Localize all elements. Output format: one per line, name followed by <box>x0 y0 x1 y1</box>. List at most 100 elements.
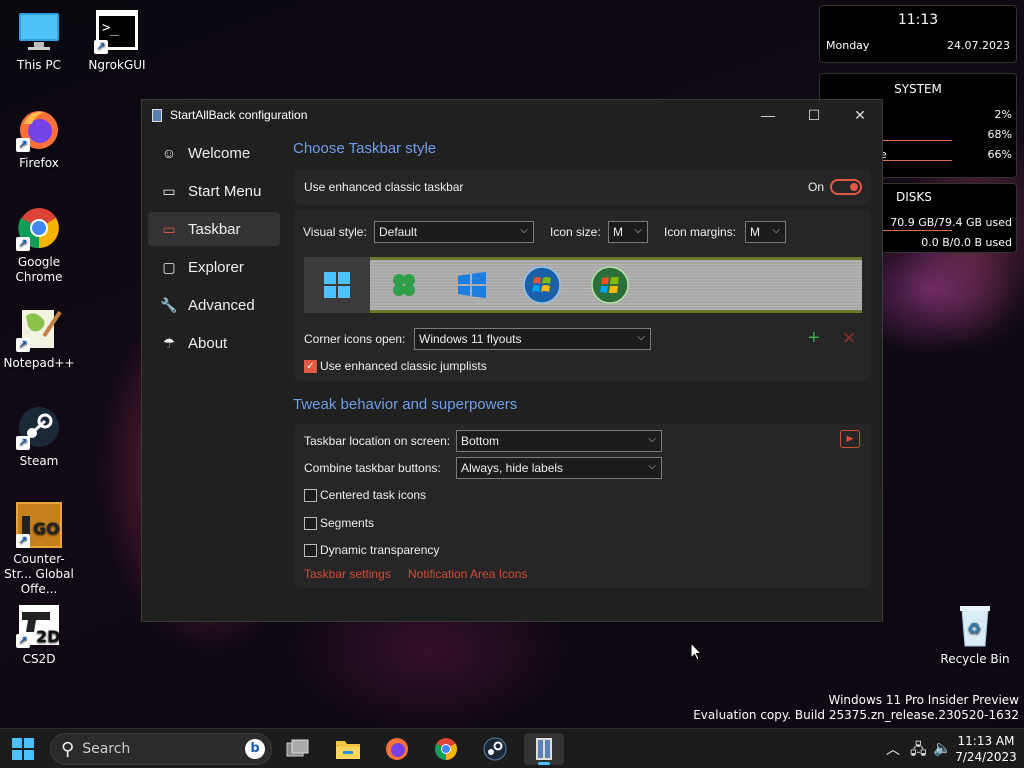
taskbar-style-preview <box>304 257 862 313</box>
usage-bar <box>882 230 952 231</box>
system-row-value: 2% <box>994 108 1012 121</box>
dynamic-transparency-checkbox[interactable] <box>304 544 317 557</box>
icon-size-select[interactable]: M ⌵ <box>608 221 648 243</box>
notification-area-icons-link[interactable]: Notification Area Icons <box>408 567 527 581</box>
app-icon <box>152 108 162 122</box>
desktop-icon-this-pc[interactable]: This PC <box>1 8 77 73</box>
disk-row-value: 70.9 GB/79.4 GB used <box>890 216 1012 229</box>
taskbar-file-explorer[interactable] <box>328 733 368 765</box>
style-option-vista[interactable] <box>588 263 632 307</box>
desktop-icon-steam[interactable]: ↗ Steam <box>1 404 77 469</box>
taskbar-settings-link[interactable]: Taskbar settings <box>304 567 391 581</box>
combine-buttons-label: Combine taskbar buttons: <box>304 461 441 475</box>
windows-7-orb-icon <box>523 266 561 304</box>
desktop-icon-label: Counter-Str... Global Offe... <box>4 552 74 596</box>
search-placeholder: Search <box>82 741 131 757</box>
disks-title: DISKS <box>896 190 932 204</box>
task-view-icon <box>286 739 309 757</box>
nav-item-welcome[interactable]: ☺ Welcome <box>148 136 280 170</box>
search-box[interactable]: ⚲ Search b <box>50 733 272 765</box>
smile-icon: ☺ <box>161 145 177 161</box>
centered-icons-checkbox[interactable] <box>304 489 317 502</box>
style-option-clover[interactable] <box>384 267 424 303</box>
nav-item-start-menu[interactable]: ▭ Start Menu <box>148 174 280 208</box>
corner-icons-value: Windows 11 flyouts <box>419 332 522 346</box>
nav-item-explorer[interactable]: ▢ Explorer <box>148 250 280 284</box>
start-button[interactable] <box>3 733 43 765</box>
desktop-icon-cs2d[interactable]: 2D ↗ CS2D <box>1 602 77 667</box>
volume-icon[interactable]: 🔈 <box>933 739 952 757</box>
watermark-line2: Evaluation copy. Build 25375.zn_release.… <box>693 708 1019 722</box>
close-button[interactable]: ✕ <box>837 100 883 130</box>
nav-item-about[interactable]: ☂ About <box>148 326 280 360</box>
enhanced-taskbar-toggle[interactable] <box>830 179 862 195</box>
icon-margins-select[interactable]: M ⌵ <box>745 221 786 243</box>
taskbar-location-label: Taskbar location on screen: <box>304 434 451 448</box>
jumplists-label: Use enhanced classic jumplists <box>320 359 487 373</box>
remove-icon[interactable]: ✕ <box>842 329 856 349</box>
desktop-icon-notepadpp[interactable]: ↗ Notepad++ <box>1 306 77 371</box>
chevron-up-icon[interactable]: ︿ <box>886 739 900 759</box>
visual-style-value: Default <box>379 225 418 239</box>
taskbar-steam[interactable] <box>475 733 515 765</box>
visual-style-select[interactable]: Default ⌵ <box>374 221 534 243</box>
corner-icons-label: Corner icons open: <box>304 332 406 346</box>
taskbar-firefox[interactable] <box>377 733 417 765</box>
combine-buttons-select[interactable]: Always, hide labels ⌵ <box>456 457 662 479</box>
nav-label: Advanced <box>188 296 255 314</box>
nav-item-advanced[interactable]: 🔧 Advanced <box>148 288 280 322</box>
section-header-tweak: Tweak behavior and superpowers <box>293 396 518 413</box>
taskbar-startallback[interactable] <box>524 733 564 765</box>
nav-label: Welcome <box>188 144 251 162</box>
chevron-down-icon: ⌵ <box>648 461 656 472</box>
mouse-cursor-icon <box>690 642 702 661</box>
bing-icon: b <box>245 739 265 759</box>
chevron-down-icon: ⌵ <box>637 332 645 343</box>
desktop-icon-csgo[interactable]: GO ↗ Counter-Str... Global Offe... <box>1 502 77 597</box>
watermark: Windows 11 Pro Insider Preview Evaluatio… <box>693 693 1019 723</box>
svg-text:2D: 2D <box>36 627 60 646</box>
style-option-windows7[interactable] <box>520 263 564 307</box>
about-icon: ☂ <box>162 334 176 351</box>
task-view-button[interactable] <box>278 733 318 765</box>
system-row: 2% <box>880 108 1012 121</box>
explorer-icon: ▢ <box>162 258 176 275</box>
video-play-icon[interactable]: ▶ <box>840 430 860 448</box>
desktop-icon-chrome[interactable]: ↗ Google Chrome <box>1 205 77 285</box>
nav-label: Explorer <box>188 258 244 276</box>
minimize-button[interactable]: — <box>745 100 791 130</box>
style-option-windows11[interactable] <box>304 257 370 313</box>
desktop-icon-ngrokgui[interactable]: >_ ↗ NgrokGUI <box>79 8 155 73</box>
corner-icons-select[interactable]: Windows 11 flyouts ⌵ <box>414 328 651 350</box>
style-option-windows10[interactable] <box>452 267 492 303</box>
segments-checkbox[interactable] <box>304 517 317 530</box>
jumplists-checkbox[interactable]: ✓ <box>304 360 317 373</box>
taskbar-location-select[interactable]: Bottom ⌵ <box>456 430 662 452</box>
desktop-icon-recycle-bin[interactable]: ♻ Recycle Bin <box>937 602 1013 667</box>
maximize-button[interactable]: ☐ <box>791 100 837 130</box>
icon-size-label: Icon size: <box>550 225 601 239</box>
recycle-bin-icon: ♻ <box>952 602 998 648</box>
desktop-icon-label: Notepad++ <box>3 356 75 370</box>
nav-label: Taskbar <box>188 220 241 238</box>
add-icon[interactable]: + <box>808 327 820 349</box>
icon-size-value: M <box>613 225 623 239</box>
nav-item-taskbar[interactable]: ▭ Taskbar <box>148 212 280 246</box>
behavior-panel: Taskbar location on screen: Bottom ⌵ ▶ Co… <box>294 424 870 588</box>
visual-style-label: Visual style: <box>303 225 367 239</box>
centered-icons-label: Centered task icons <box>320 488 427 502</box>
windows-10-logo-icon <box>458 272 486 298</box>
taskbar-chrome[interactable] <box>426 733 466 765</box>
startallback-icon <box>536 738 552 760</box>
watermark-line1: Windows 11 Pro Insider Preview <box>828 693 1019 707</box>
desktop-icon-firefox[interactable]: ↗ Firefox <box>1 106 77 171</box>
chevron-down-icon: ⌵ <box>634 225 642 236</box>
active-indicator <box>538 762 550 765</box>
taskbar-clock[interactable]: 11:13 AM 7/24/2023 <box>952 733 1020 765</box>
icon-margins-label: Icon margins: <box>664 225 737 239</box>
clover-icon <box>393 274 415 296</box>
firefox-icon: ↗ <box>16 106 62 152</box>
taskbar-time: 11:13 AM <box>957 734 1015 748</box>
network-icon[interactable]: 🖧 <box>910 739 927 764</box>
taskbar-location-value: Bottom <box>461 434 500 448</box>
